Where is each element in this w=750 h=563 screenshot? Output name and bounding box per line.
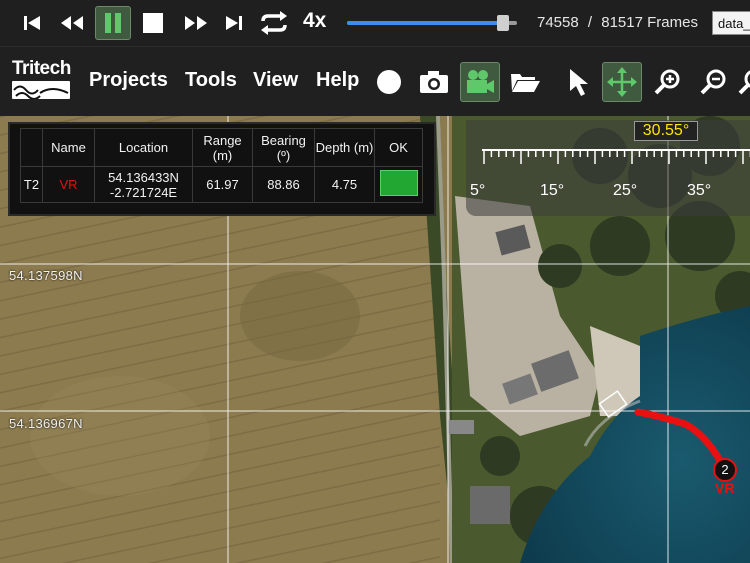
col-header-name: Name [42,128,95,167]
pause-icon [105,13,121,33]
move-arrows-icon [607,67,637,97]
slider-thumb[interactable] [496,15,509,31]
col-header-range: Range (m) [192,128,253,167]
pointer-arrow-icon [570,69,588,96]
target-id-cell: T2 [20,166,43,203]
snapshot-button[interactable] [414,62,454,102]
targets-table: Name Location Range (m) Bearing (º) Dept… [20,128,423,203]
target-bearing-cell: 88.86 [252,166,315,203]
col-header-bearing: Bearing (º) [252,128,315,167]
camera-icon [420,71,448,93]
target-name-cell: VR [42,166,95,203]
targets-table-panel: Name Location Range (m) Bearing (º) Dept… [8,122,436,216]
stop-icon [143,13,163,33]
table-header-row: Name Location Range (m) Bearing (º) Dept… [20,128,423,167]
video-record-button[interactable] [460,62,500,102]
total-frames: 81517 Frames [601,14,698,31]
col-header-ok: OK [374,128,423,167]
table-row[interactable]: T2 VR 54.136433N -2.721724E 61.97 88.86 … [20,166,423,203]
select-pointer-button[interactable] [558,62,598,102]
bearing-scale: 30.55° 5° 15° 25° 35° [466,120,750,216]
zoom-fit-icon [738,70,750,95]
menu-view[interactable]: View [253,69,298,92]
target-range-cell: 61.97 [192,166,253,203]
bearing-ticks-icon [482,149,750,164]
loop-button[interactable] [257,6,291,40]
map-view[interactable]: 54.137598N 54.136967N 2 VR Name Location… [0,116,750,563]
target-marker-label: VR [715,480,735,496]
zoom-extra-button[interactable] [734,62,750,102]
bearing-label: 5° [470,182,486,199]
record-button[interactable] [369,62,409,102]
col-header-depth: Depth (m) [314,128,375,167]
rewind-icon [61,16,83,30]
menu-tools[interactable]: Tools [185,69,237,92]
bearing-label: 15° [540,182,565,199]
tritech-logo: Tritech [12,59,74,105]
frame-counter: 74558 / 81517 Frames [537,14,703,31]
target-ok-cell [374,166,423,203]
target-depth-cell: 4.75 [314,166,375,203]
logo-text: Tritech [12,58,71,79]
col-header-location: Location [94,128,193,167]
menu-projects[interactable]: Projects [89,69,168,92]
bearing-label: 35° [687,182,712,199]
skip-end-icon [226,16,242,30]
bearing-label: 25° [613,182,638,199]
target-location-cell: 54.136433N -2.721724E [94,166,193,203]
stop-button[interactable] [140,6,166,40]
slider-fill [347,21,503,25]
target-longitude: -2.721724E [109,184,178,200]
col-header-id [20,128,43,167]
main-menubar: Tritech Projects Tools View Help [0,46,750,116]
fast-forward-button[interactable] [180,6,212,40]
folder-open-icon [511,74,540,92]
playback-toolbar: 4x 74558 / 81517 Frames data_ [0,0,750,46]
zoom-out-button[interactable] [694,62,734,102]
pan-tool-button[interactable] [602,62,642,102]
skip-to-end-button[interactable] [222,6,246,40]
skip-start-icon [24,16,40,30]
fast-forward-icon [185,16,207,30]
frame-slider[interactable] [347,15,517,31]
rewind-button[interactable] [56,6,88,40]
record-circle-icon [377,70,401,94]
zoom-in-icon [654,69,680,95]
playback-speed[interactable]: 4x [303,9,326,33]
current-frame: 74558 [537,14,579,31]
data-file-field[interactable]: data_ [712,11,750,35]
logo-wave-icon [12,81,70,99]
pause-button[interactable] [95,6,131,40]
target-latitude: 54.136433N [108,169,179,185]
bearing-readout: 30.55° [634,121,698,141]
open-folder-button[interactable] [505,62,545,102]
menu-help[interactable]: Help [316,69,359,92]
skip-to-start-button[interactable] [18,6,46,40]
zoom-in-button[interactable] [648,62,688,102]
ok-status-indicator[interactable] [379,170,418,196]
grid-latitude-label: 54.137598N [9,268,83,283]
zoom-out-icon [700,69,726,95]
target-marker-number[interactable]: 2 [713,458,737,482]
video-camera-icon [467,70,494,93]
grid-latitude-label: 54.136967N [9,416,83,431]
loop-icon [261,11,287,35]
frame-separator: / [587,14,593,31]
